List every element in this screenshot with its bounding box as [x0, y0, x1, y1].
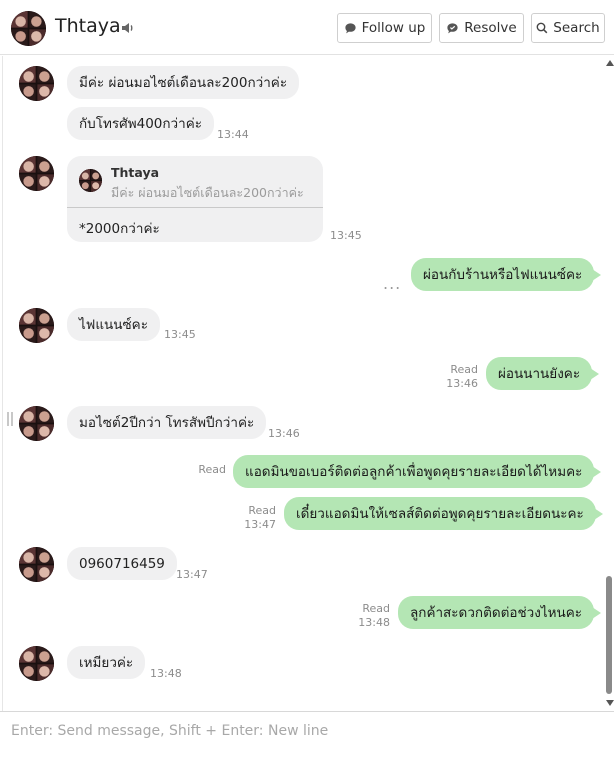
reply-text: *2000กว่าค่ะ [79, 221, 160, 237]
outgoing-message[interactable]: ผ่อนนานยังคะ [486, 357, 600, 390]
resolve-button[interactable]: Resolve [439, 13, 524, 43]
follow-up-label: Follow up [361, 20, 426, 36]
search-icon [536, 22, 548, 34]
incoming-message[interactable]: กับโทรศัพ400กว่าค่ะ [67, 107, 214, 140]
scroll-up-arrow[interactable] [606, 60, 614, 66]
incoming-message[interactable]: ไฟแนนซ์คะ [67, 308, 160, 341]
message-composer [0, 711, 614, 765]
sender-avatar[interactable] [19, 308, 54, 343]
message-time: 13:46 [268, 427, 300, 440]
read-status: Read [362, 602, 390, 615]
incoming-message[interactable]: เหมียวค่ะ [67, 646, 146, 679]
message-time: 13:45 [330, 229, 362, 242]
resolve-label: Resolve [464, 20, 517, 36]
contact-name: Thtaya [55, 15, 121, 37]
scrollbar[interactable] [603, 56, 614, 710]
message-time: 13:44 [217, 128, 249, 141]
sender-avatar[interactable] [19, 66, 54, 101]
more-options-icon[interactable]: ... [383, 274, 401, 293]
read-receipt: Read [190, 463, 226, 477]
resolve-icon [447, 22, 458, 33]
incoming-message[interactable]: มอไซต์2ปีกว่า โทรสัพปีกว่าค่ะ [67, 406, 267, 439]
message-time: 13:46 [446, 377, 478, 390]
sender-avatar[interactable] [19, 547, 54, 582]
read-receipt: Read 13:46 [440, 363, 478, 391]
quoted-avatar [79, 169, 102, 192]
outgoing-message[interactable]: ผ่อนกับร้านหรือไฟแนนซ์คะ [411, 258, 602, 291]
message-time: 13:47 [176, 568, 208, 581]
sender-avatar[interactable] [19, 156, 54, 191]
sender-avatar[interactable] [19, 406, 54, 441]
message-time: 13:48 [358, 616, 390, 629]
message-time: 13:47 [244, 518, 276, 531]
message-time: 13:48 [150, 667, 182, 680]
speaker-icon[interactable] [120, 20, 136, 36]
quoted-text: มีค่ะ ผ่อนมอไซต์เดือนละ200กว่าค่ะ [111, 185, 304, 200]
incoming-message[interactable]: มีค่ะ ผ่อนมอไซต์เดือนละ200กว่าค่ะ [67, 66, 300, 99]
quoted-sender-name: Thtaya [111, 165, 160, 180]
read-status: Read [248, 504, 276, 517]
search-label: Search [553, 20, 600, 36]
quoted-message[interactable]: Thtaya มีค่ะ ผ่อนมอไซต์เดือนละ200กว่าค่ะ [67, 156, 323, 208]
incoming-message[interactable]: 0960716459 [67, 547, 177, 580]
search-button[interactable]: Search [531, 13, 605, 43]
follow-up-button[interactable]: Follow up [337, 13, 432, 43]
comment-icon [345, 22, 356, 33]
outgoing-message[interactable]: เดี๋ยวแอดมินให้เซลส์ติดต่อพูดคุยรายละเอี… [284, 497, 603, 530]
reply-message[interactable]: Thtaya มีค่ะ ผ่อนมอไซต์เดือนละ200กว่าค่ะ… [67, 156, 323, 242]
message-list[interactable]: มีค่ะ ผ่อนมอไซต์เดือนละ200กว่าค่ะ กับโทร… [0, 56, 614, 710]
scroll-down-arrow[interactable] [606, 700, 614, 706]
outgoing-message[interactable]: ลูกค้าสะดวกติดต่อช่วงไหนคะ [398, 596, 602, 629]
chat-header: Thtaya Follow up Resolve Search [0, 0, 614, 55]
scrollbar-thumb[interactable] [606, 576, 612, 694]
outgoing-message[interactable]: แอดมินขอเบอร์ติดต่อลูกค้าเพื่อพูดคุยรายล… [233, 455, 602, 488]
read-receipt: Read 13:48 [352, 602, 390, 630]
read-status: Read [198, 463, 226, 476]
read-receipt: Read 13:47 [238, 504, 276, 532]
message-input[interactable] [0, 712, 614, 765]
drag-handle[interactable] [7, 412, 13, 426]
message-time: 13:45 [164, 328, 196, 341]
contact-avatar[interactable] [11, 11, 46, 46]
sender-avatar[interactable] [19, 646, 54, 681]
read-status: Read [450, 363, 478, 376]
